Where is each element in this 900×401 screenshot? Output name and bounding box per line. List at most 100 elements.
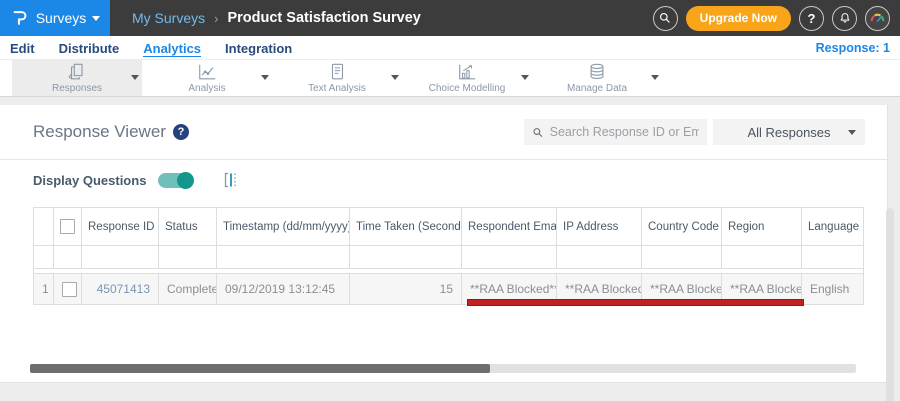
toolbar-item-responses[interactable]: Responses: [12, 60, 142, 96]
filter-cell[interactable]: [216, 245, 350, 269]
toolbar-item-label: Choice Modelling: [428, 83, 506, 94]
filter-cell: [53, 245, 82, 269]
filter-cell[interactable]: [556, 245, 642, 269]
choice-modelling-icon: [459, 64, 476, 80]
text-analysis-icon: [331, 63, 343, 80]
red-highlight-annotation: [467, 299, 804, 306]
freeze-columns-icon[interactable]: [221, 171, 239, 189]
responses-filter-dropdown[interactable]: All Responses: [713, 119, 865, 145]
search-input[interactable]: [549, 125, 699, 139]
response-count-label: Response: 1: [815, 40, 890, 55]
breadcrumb-separator: ›: [214, 10, 219, 26]
survey-nav-tabs: Edit Distribute Analytics Integration Re…: [0, 36, 900, 59]
chevron-down-icon[interactable]: [131, 75, 139, 80]
chevron-down-icon: [848, 130, 856, 135]
analysis-icon: [199, 64, 216, 80]
responses-filter-value: All Responses: [747, 124, 831, 140]
header-timestamp[interactable]: Timestamp (dd/mm/yyyy): [216, 207, 350, 246]
header-country-code: Country Code: [641, 207, 722, 246]
header-response-id[interactable]: Response ID: [81, 207, 159, 246]
tab-integration[interactable]: Integration: [225, 39, 292, 56]
filter-row: [33, 245, 864, 269]
table-header-row: Response ID Status Timestamp (dd/mm/yyyy…: [33, 207, 864, 246]
toggle-knob: [177, 171, 195, 189]
chevron-down-icon: [92, 15, 101, 21]
display-questions-toggle[interactable]: [158, 171, 195, 189]
topbar-actions: Upgrade Now ?: [652, 5, 900, 31]
breadcrumb-current-survey: Product Satisfaction Survey: [227, 10, 421, 26]
header-respondent-email: Respondent Email: [461, 207, 557, 246]
help-icon: ?: [807, 10, 816, 26]
header-rownum: [33, 207, 54, 246]
chevron-down-icon[interactable]: [521, 75, 529, 80]
row-checkbox[interactable]: [62, 281, 77, 297]
row-number: 1: [33, 273, 54, 305]
cell-response-id: 45071413: [81, 273, 159, 305]
top-navigation-bar: Surveys My Surveys › Product Satisfactio…: [0, 0, 900, 36]
questionpro-logo-icon: [13, 11, 27, 25]
response-viewer-card: Response Viewer ? All Responses Display …: [0, 105, 888, 383]
cell-time-taken: 15: [349, 273, 462, 305]
toolbar-item-analysis[interactable]: Analysis: [142, 60, 272, 96]
vertical-scrollbar[interactable]: [886, 208, 894, 401]
breadcrumb-my-surveys[interactable]: My Surveys: [132, 10, 205, 26]
upgrade-now-button[interactable]: Upgrade Now: [685, 5, 791, 31]
response-search-box: [524, 119, 707, 145]
header-select-all: [53, 207, 82, 246]
filter-cell[interactable]: [158, 245, 217, 269]
chevron-down-icon[interactable]: [261, 75, 269, 80]
card-header: Response Viewer ? All Responses: [0, 105, 887, 160]
toolbar-item-label: Analysis: [188, 83, 226, 94]
main-content: Response Viewer ? All Responses Display …: [0, 98, 900, 401]
toolbar-item-manage-data[interactable]: Manage Data: [532, 60, 662, 96]
tab-edit[interactable]: Edit: [10, 39, 35, 56]
header-time-taken[interactable]: Time Taken (Seconds): [349, 207, 462, 246]
magnifier-icon: [533, 127, 543, 137]
filter-cell[interactable]: [349, 245, 462, 269]
viewer-help-icon[interactable]: ?: [172, 124, 189, 140]
row-select-cell: [53, 273, 82, 305]
display-questions-label: Display Questions: [33, 172, 147, 188]
toolbar-item-label: Manage Data: [566, 83, 628, 94]
breadcrumb: My Surveys › Product Satisfaction Survey: [132, 10, 421, 26]
page-title-text: Response Viewer: [33, 122, 166, 141]
analytics-toolbar: Responses Analysis Text Analysis Choice …: [0, 59, 900, 97]
header-ip-address: IP Address: [556, 207, 642, 246]
header-region: Region: [721, 207, 802, 246]
filter-cell[interactable]: [801, 245, 864, 269]
gauge-avatar-icon: [870, 13, 885, 22]
tab-distribute[interactable]: Distribute: [59, 39, 120, 56]
cell-timestamp: 09/12/2019 13:12:45: [216, 273, 350, 305]
filter-cell[interactable]: [721, 245, 802, 269]
brand-menu[interactable]: Surveys: [0, 0, 110, 36]
response-id-link[interactable]: 45071413: [97, 282, 150, 296]
viewer-controls: All Responses: [524, 119, 865, 145]
responses-icon: [68, 63, 83, 80]
filter-cell[interactable]: [461, 245, 557, 269]
avatar[interactable]: [865, 5, 890, 31]
horizontal-scrollbar-thumb[interactable]: [30, 364, 490, 373]
notifications-button[interactable]: [832, 5, 857, 31]
chevron-down-icon[interactable]: [651, 75, 659, 80]
help-button[interactable]: ?: [799, 5, 824, 31]
toolbar-item-label: Text Analysis: [308, 83, 366, 94]
page-title: Response Viewer ?: [33, 122, 189, 142]
tab-analytics[interactable]: Analytics: [143, 39, 202, 57]
chevron-down-icon[interactable]: [391, 75, 399, 80]
filter-cell[interactable]: [81, 245, 159, 269]
toolbar-item-label: Responses: [51, 83, 103, 94]
toolbar-item-choice-modelling[interactable]: Choice Modelling: [402, 60, 532, 96]
search-icon: [660, 12, 670, 23]
horizontal-scrollbar[interactable]: [30, 364, 856, 373]
filter-cell: [33, 245, 54, 269]
toolbar-item-text-analysis[interactable]: Text Analysis: [272, 60, 402, 96]
header-status: Status: [158, 207, 217, 246]
select-all-checkbox[interactable]: [60, 219, 75, 234]
brand-menu-label: Surveys: [35, 10, 87, 26]
filter-cell[interactable]: [641, 245, 722, 269]
manage-data-icon: [590, 63, 604, 80]
cell-language: English: [801, 273, 864, 305]
bell-icon: [840, 13, 849, 23]
responses-table: Response ID Status Timestamp (dd/mm/yyyy…: [33, 207, 864, 305]
search-button[interactable]: [652, 5, 678, 31]
